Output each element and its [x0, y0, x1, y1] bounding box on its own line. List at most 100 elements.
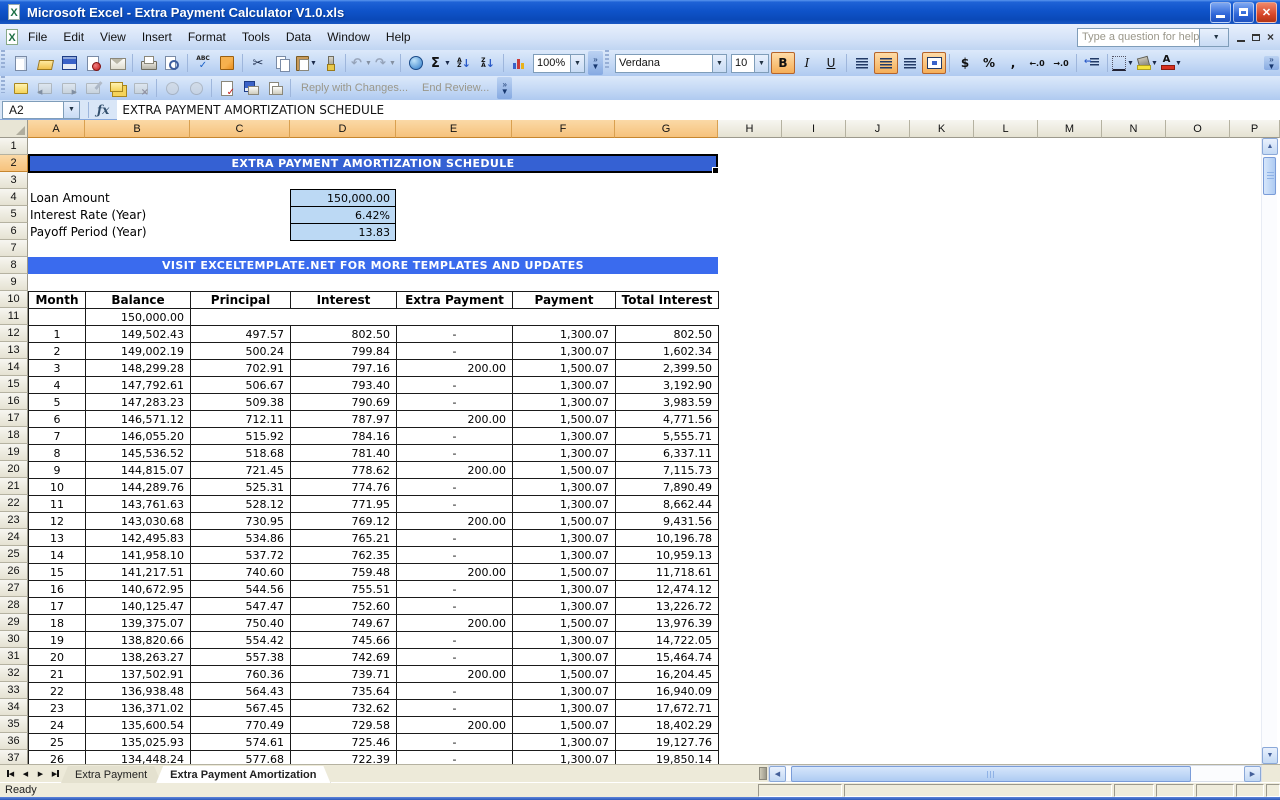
cell[interactable]: 799.84	[291, 343, 397, 360]
cell[interactable]: 10,196.78	[616, 530, 719, 547]
cell[interactable]: -	[397, 377, 513, 394]
table-header-cell[interactable]: Balance	[86, 292, 191, 309]
cell[interactable]: 518.68	[191, 445, 291, 462]
copy-button[interactable]	[270, 52, 294, 74]
workbook-minimize-icon[interactable]	[1237, 40, 1245, 42]
row-header-20[interactable]: 20	[0, 461, 28, 478]
chevron-down-icon[interactable]: ▼	[1199, 29, 1228, 46]
cell[interactable]: 135,025.93	[86, 734, 191, 751]
cell[interactable]: 6	[29, 411, 86, 428]
cell[interactable]: 771.95	[291, 496, 397, 513]
cell[interactable]: 762.35	[291, 547, 397, 564]
sheet-tab-extra-payment[interactable]: Extra Payment	[61, 766, 161, 783]
cell[interactable]: 10	[29, 479, 86, 496]
cell[interactable]: 544.56	[191, 581, 291, 598]
insert-function-icon[interactable]: ƒx	[97, 103, 109, 117]
loan-amount-label-cell[interactable]: Loan Amount	[30, 189, 110, 206]
promo-banner-cell[interactable]: VISIT EXCELTEMPLATE.NET FOR MORE TEMPLAT…	[28, 257, 718, 274]
cell[interactable]: 759.48	[291, 564, 397, 581]
cell[interactable]: 769.12	[291, 513, 397, 530]
cell[interactable]: 1,300.07	[513, 700, 616, 717]
row-header-17[interactable]: 17	[0, 410, 28, 427]
table-header-cell[interactable]: Extra Payment	[397, 292, 513, 309]
cell[interactable]: 774.76	[291, 479, 397, 496]
cell[interactable]: 134,448.24	[86, 751, 191, 765]
cell[interactable]: 139,375.07	[86, 615, 191, 632]
cell[interactable]: 21	[29, 666, 86, 683]
cell[interactable]: 19,850.14	[616, 751, 719, 765]
cell[interactable]: 143,761.63	[86, 496, 191, 513]
payoff-period-value-cell[interactable]: 13.83	[291, 223, 395, 240]
menu-window[interactable]: Window	[319, 27, 378, 47]
row-header-18[interactable]: 18	[0, 427, 28, 444]
cell[interactable]: 1,602.34	[616, 343, 719, 360]
percent-button[interactable]: %	[977, 52, 1001, 74]
scroll-up-icon[interactable]: ▲	[1262, 138, 1278, 155]
underline-button[interactable]: U	[819, 52, 843, 74]
toolbar-grip[interactable]	[1, 76, 5, 93]
borders-button[interactable]: ▼	[1111, 52, 1135, 74]
cell[interactable]: 1,300.07	[513, 394, 616, 411]
cell[interactable]: 7	[29, 428, 86, 445]
column-header-E[interactable]: E	[396, 120, 512, 138]
first-sheet-icon[interactable]: ◀	[3, 766, 18, 781]
sort-descending-button[interactable]	[476, 52, 500, 74]
decrease-indent-button[interactable]	[1080, 52, 1104, 74]
chevron-down-icon[interactable]: ▼	[570, 55, 584, 72]
workbook-restore-icon[interactable]	[1252, 34, 1260, 41]
cell[interactable]: -	[397, 479, 513, 496]
cell[interactable]: 146,571.12	[86, 411, 191, 428]
dropdown-arrow-icon[interactable]: ▼	[1150, 60, 1159, 67]
cell[interactable]: 793.40	[291, 377, 397, 394]
column-header-M[interactable]: M	[1038, 120, 1102, 138]
cell[interactable]: 19,127.76	[616, 734, 719, 751]
cell[interactable]: 5,555.71	[616, 428, 719, 445]
cell[interactable]: 739.71	[291, 666, 397, 683]
cell[interactable]: 537.72	[191, 547, 291, 564]
cell[interactable]: 20	[29, 649, 86, 666]
save-button[interactable]	[57, 52, 81, 74]
row-header-23[interactable]: 23	[0, 512, 28, 529]
cell[interactable]: 9,431.56	[616, 513, 719, 530]
cell[interactable]: -	[397, 428, 513, 445]
table-header-cell[interactable]: Total Interest	[616, 292, 719, 309]
sort-ascending-button[interactable]	[452, 52, 476, 74]
cell[interactable]: 200.00	[397, 411, 513, 428]
cell[interactable]: 15	[29, 564, 86, 581]
paste-button[interactable]: ▼	[294, 52, 318, 74]
cell[interactable]: 1,300.07	[513, 479, 616, 496]
cell[interactable]: 146,055.20	[86, 428, 191, 445]
cell[interactable]: 13,226.72	[616, 598, 719, 615]
column-header-H[interactable]: H	[718, 120, 782, 138]
cell[interactable]: -	[397, 326, 513, 343]
cell[interactable]: -	[397, 581, 513, 598]
cell[interactable]: 1,300.07	[513, 751, 616, 765]
cell[interactable]: -	[397, 649, 513, 666]
cell[interactable]: 4,771.56	[616, 411, 719, 428]
row-header-29[interactable]: 29	[0, 614, 28, 631]
cell[interactable]: 547.47	[191, 598, 291, 615]
row-header-36[interactable]: 36	[0, 733, 28, 750]
font-size-combo[interactable]: 10 ▼	[731, 54, 769, 73]
row-header-9[interactable]: 9	[0, 274, 28, 291]
toolbar-options-icon[interactable]: »▼	[1264, 56, 1279, 70]
cell[interactable]: -	[397, 632, 513, 649]
cell[interactable]: 16,940.09	[616, 683, 719, 700]
cell[interactable]: 1,300.07	[513, 428, 616, 445]
cell[interactable]: 702.91	[191, 360, 291, 377]
next-sheet-icon[interactable]: ▶	[33, 766, 48, 781]
new-document-button[interactable]	[9, 52, 33, 74]
row-header-14[interactable]: 14	[0, 359, 28, 376]
cell[interactable]: 750.40	[191, 615, 291, 632]
cell[interactable]: 740.60	[191, 564, 291, 581]
cell[interactable]	[397, 309, 513, 326]
font-color-button[interactable]: ▼	[1159, 52, 1183, 74]
cell[interactable]: 749.67	[291, 615, 397, 632]
cell[interactable]: 149,502.43	[86, 326, 191, 343]
cell[interactable]: 1,300.07	[513, 445, 616, 462]
cell[interactable]: 200.00	[397, 717, 513, 734]
cell[interactable]: 147,283.23	[86, 394, 191, 411]
column-header-P[interactable]: P	[1230, 120, 1280, 138]
cell[interactable]: 1,300.07	[513, 632, 616, 649]
previous-sheet-icon[interactable]: ◀	[18, 766, 33, 781]
